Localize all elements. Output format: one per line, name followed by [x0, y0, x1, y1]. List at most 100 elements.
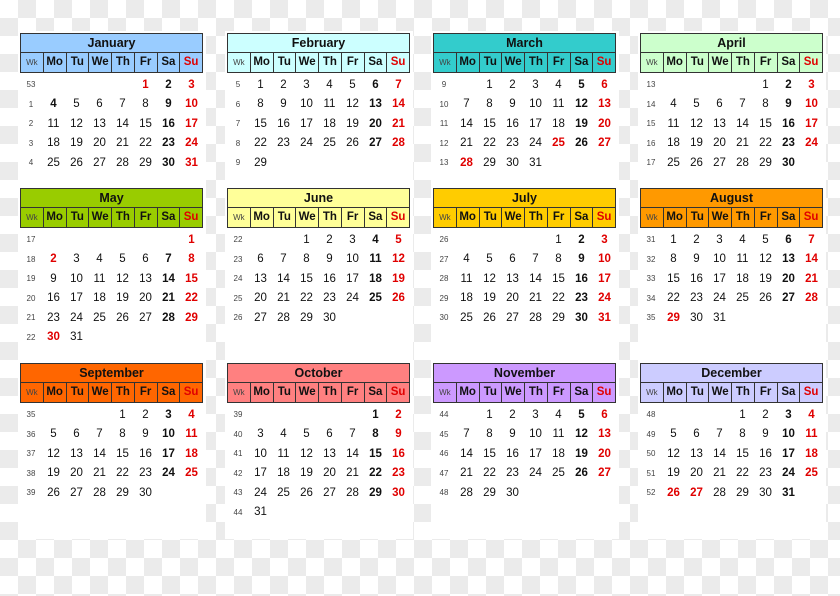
day-cell: 2 — [509, 78, 516, 91]
day-cell: 23 — [506, 467, 519, 480]
day-cell: 16 — [782, 117, 795, 130]
week-number: 29 — [439, 293, 449, 303]
week-row: 49 5 6 7 8 9 10 11 — [640, 425, 823, 445]
day-cell: 16 — [506, 447, 519, 460]
day-cell: 30 — [506, 156, 519, 169]
day-cell: 4 — [188, 408, 195, 421]
day-cell: 18 — [552, 447, 565, 460]
week-number: 49 — [646, 429, 656, 439]
weekday-label: Su — [592, 383, 615, 402]
day-cell: 19 — [690, 137, 703, 150]
day-cell: 20 — [70, 467, 83, 480]
day-cell: 19 — [483, 292, 496, 305]
day-cell: 17 — [805, 117, 818, 130]
day-cell: 10 — [782, 428, 795, 441]
day-cell: 2 — [326, 233, 333, 246]
day-cell: 2 — [50, 253, 57, 266]
day-cell: 24 — [598, 292, 611, 305]
weekday-label: Th — [731, 53, 754, 72]
day-cell: 4 — [808, 408, 815, 421]
month-title: February — [227, 33, 410, 52]
day-cell: 17 — [782, 447, 795, 460]
day-cell: 15 — [139, 117, 152, 130]
week-row: 44 31 — [227, 503, 410, 523]
week-row: 34 22 23 24 25 26 27 28 — [640, 289, 823, 309]
week-number: 35 — [646, 313, 656, 323]
day-cell: 30 — [162, 156, 175, 169]
day-cell: 10 — [598, 253, 611, 266]
day-cell: 27 — [369, 137, 382, 150]
day-cell: 16 — [323, 272, 336, 285]
day-cell: 30 — [782, 156, 795, 169]
day-cell: 6 — [785, 233, 792, 246]
day-cell: 31 — [782, 486, 795, 499]
week-row: 47 21 22 23 24 25 26 27 — [433, 464, 616, 484]
day-cell: 28 — [116, 156, 129, 169]
weekday-label: Mo — [249, 208, 273, 227]
day-cell: 18 — [277, 467, 290, 480]
day-cell: 19 — [300, 467, 313, 480]
week-row: 2 11 12 13 14 15 16 17 — [20, 114, 203, 134]
week-number: 48 — [439, 488, 449, 498]
weekday-label: Th — [111, 208, 134, 227]
day-cell: 6 — [716, 98, 723, 111]
weekday-header: Wk Mo Tu We Th Fr Sa Su — [227, 382, 410, 403]
day-cell: 12 — [759, 253, 772, 266]
week-number: 9 — [235, 158, 241, 168]
day-cell: 31 — [70, 331, 83, 344]
week-number: 39 — [26, 488, 36, 498]
day-cell: 3 — [257, 428, 264, 441]
day-cell: 21 — [346, 467, 359, 480]
weekday-label: Sa — [569, 53, 593, 72]
day-cell: 17 — [529, 117, 542, 130]
weekday-label: Sa — [776, 53, 800, 72]
day-cell: 15 — [185, 272, 198, 285]
day-cell: 15 — [300, 272, 313, 285]
day-cell: 1 — [762, 78, 769, 91]
day-cell: 11 — [277, 447, 290, 460]
day-cell: 29 — [139, 156, 152, 169]
day-cell: 21 — [460, 137, 473, 150]
week-row: 28 11 12 13 14 15 16 17 — [433, 269, 616, 289]
day-cell: 11 — [185, 428, 198, 441]
day-cell: 15 — [483, 117, 496, 130]
day-cell: 14 — [346, 447, 359, 460]
day-cell: 8 — [670, 253, 677, 266]
day-cell: 27 — [713, 156, 726, 169]
day-cell: 10 — [346, 253, 359, 266]
day-cell: 1 — [142, 78, 149, 91]
day-cell: 20 — [323, 467, 336, 480]
day-cell: 16 — [277, 117, 290, 130]
day-cell: 18 — [323, 117, 336, 130]
day-cell: 28 — [277, 311, 290, 324]
weekday-label: Th — [731, 208, 754, 227]
day-cell: 8 — [372, 428, 379, 441]
week-row: 6 8 9 10 11 12 13 14 — [227, 95, 410, 115]
day-cell: 23 — [162, 137, 175, 150]
day-cell: 28 — [736, 156, 749, 169]
weekday-label: Tu — [272, 208, 296, 227]
day-cell: 22 — [254, 137, 267, 150]
weekday-label: Mo — [455, 208, 479, 227]
day-cell: 29 — [300, 311, 313, 324]
day-cell: 19 — [575, 117, 588, 130]
week-row: 30 25 26 27 28 29 30 31 — [433, 308, 616, 328]
day-cell: 15 — [369, 447, 382, 460]
day-cell: 23 — [506, 137, 519, 150]
weekday-label: Tu — [65, 208, 89, 227]
week-number: 36 — [26, 429, 36, 439]
week-row: 22 30 31 — [20, 328, 203, 348]
day-cell: 17 — [185, 117, 198, 130]
day-cell: 1 — [486, 78, 493, 91]
month-february: February Wk Mo Tu We Th Fr Sa Su 5 1 2 3 4 5 6 7 6 8 9 10 11 1… — [227, 33, 410, 173]
day-cell: 6 — [372, 78, 379, 91]
day-cell: 21 — [529, 292, 542, 305]
day-cell: 26 — [575, 137, 588, 150]
day-cell: 12 — [116, 272, 129, 285]
week-number: 44 — [439, 410, 449, 420]
day-cell: 14 — [805, 253, 818, 266]
weekday-label: Sa — [156, 53, 180, 72]
day-cell: 31 — [713, 311, 726, 324]
day-cell: 14 — [392, 98, 405, 111]
day-cell: 9 — [142, 428, 149, 441]
